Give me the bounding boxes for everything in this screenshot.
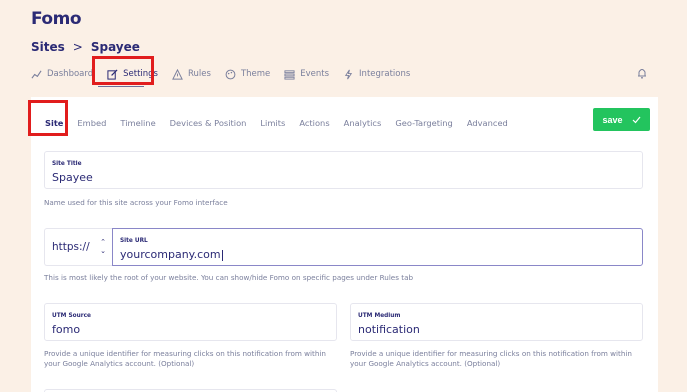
utm-medium-help: Provide a unique identifier for measurin… (350, 349, 632, 368)
tab-geo-targeting[interactable]: Geo-Targeting (395, 118, 453, 128)
nav-theme-label: Theme (240, 69, 271, 79)
protocol-value: https:// (52, 241, 90, 253)
utm-medium-label: UTM Medium (358, 313, 401, 319)
nav-integrations[interactable]: Integrations (343, 63, 410, 85)
utm-medium-field[interactable]: UTM Medium notification (350, 303, 643, 341)
fomo-logo[interactable]: Fomo (31, 9, 82, 29)
tab-advanced[interactable]: Advanced (467, 118, 508, 128)
text-cursor (221, 249, 223, 261)
nav-theme[interactable]: Theme (225, 63, 270, 85)
breadcrumb-sites[interactable]: Sites (31, 40, 65, 54)
nav-events-label: Events (300, 69, 330, 79)
site-url-label: Site URL (120, 238, 148, 244)
up-down-chevron-icon: ⌃ ⌄ (100, 238, 106, 255)
save-button[interactable]: save (593, 108, 650, 131)
tab-limits[interactable]: Limits (260, 118, 285, 128)
site-title-field[interactable]: Site Title Spayee (44, 151, 643, 189)
site-tab-highlight-box (28, 100, 68, 136)
nav-dashboard-label: Dashboard (47, 69, 94, 79)
save-button-label: save (602, 114, 623, 125)
site-url-field[interactable]: Site URL yourcompany.com (112, 228, 643, 266)
breadcrumb-current: Spayee (90, 40, 140, 54)
settings-tabs: Site Embed Timeline Devices & Position L… (45, 113, 522, 133)
utm-source-value: fomo (52, 323, 81, 336)
nav-rules[interactable]: Rules (172, 63, 211, 85)
nav-events[interactable]: Events (284, 63, 329, 85)
site-url-value: yourcompany.com (120, 248, 221, 261)
protocol-select[interactable]: https:// ⌃ ⌄ (44, 228, 112, 266)
utm-source-field[interactable]: UTM Source fomo (44, 303, 337, 341)
site-url-help: This is most likely the root of your web… (44, 273, 414, 282)
tab-analytics[interactable]: Analytics (344, 118, 382, 128)
nav-integrations-label: Integrations (359, 69, 411, 79)
site-title-value: Spayee (52, 171, 93, 184)
breadcrumb-separator: > (72, 40, 83, 54)
warning-icon (172, 68, 183, 80)
tab-timeline[interactable]: Timeline (120, 118, 155, 128)
site-title-help: Name used for this site across your Fomo… (44, 198, 228, 207)
breadcrumb: Sites > Spayee (31, 40, 140, 54)
check-icon (632, 116, 640, 123)
utm-medium-value: notification (358, 323, 420, 336)
palette-icon (225, 69, 236, 79)
settings-highlight-box (92, 56, 154, 85)
site-title-label: Site Title (52, 161, 82, 167)
tab-devices-position[interactable]: Devices & Position (170, 118, 247, 128)
site-url-input[interactable]: yourcompany.com (120, 248, 223, 261)
list-icon (284, 69, 295, 80)
utm-source-label: UTM Source (52, 313, 91, 319)
nav-rules-label: Rules (188, 69, 211, 79)
utm-source-help: Provide a unique identifier for measurin… (44, 349, 326, 368)
bell-icon[interactable] (637, 67, 647, 79)
settings-active-underline (98, 86, 144, 87)
nav-dashboard[interactable]: Dashboard (31, 63, 93, 85)
tab-actions[interactable]: Actions (299, 118, 329, 128)
plug-icon (344, 69, 353, 79)
trend-icon (31, 70, 42, 78)
tab-embed[interactable]: Embed (77, 118, 106, 128)
